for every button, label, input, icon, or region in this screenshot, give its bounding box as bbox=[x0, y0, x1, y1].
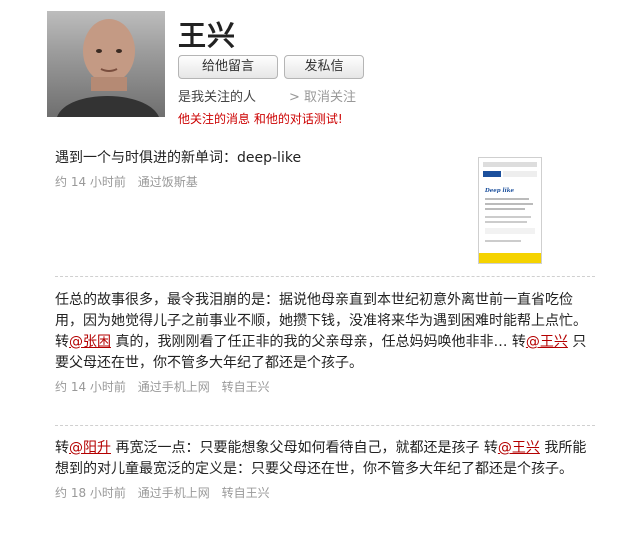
direct-message-button[interactable]: 发私信 bbox=[284, 55, 364, 79]
post-source: 通过饭斯基 bbox=[137, 175, 198, 189]
post-source: 通过手机上网 bbox=[137, 486, 210, 500]
mention-link[interactable]: @张困 bbox=[69, 334, 111, 350]
profile-name: 王兴 bbox=[178, 19, 237, 52]
mention-link[interactable]: @王兴 bbox=[498, 440, 540, 456]
divider bbox=[55, 425, 595, 426]
post-text: 转@阳升 再宽泛一点：只要能想象父母如何看待自己，就都还是孩子 转@王兴 我所能… bbox=[55, 438, 595, 480]
feed-item: 任总的故事很多，最令我泪崩的是：据说他母亲直到本世纪初意外离世前一直省吃俭用，因… bbox=[55, 290, 595, 395]
mention-link[interactable]: @阳升 bbox=[69, 440, 111, 456]
feed-item: 转@阳升 再宽泛一点：只要能想象父母如何看待自己，就都还是孩子 转@王兴 我所能… bbox=[55, 438, 595, 501]
notice-text: 他关注的消息 和他的对话测试! bbox=[178, 112, 343, 126]
post-text-segment: 转 bbox=[55, 440, 69, 456]
post-text-segment: 真的，我刚刚看了任正非的我的父亲母亲，任总妈妈唤他非非… 转 bbox=[111, 334, 526, 350]
leave-message-button[interactable]: 给他留言 bbox=[178, 55, 278, 79]
repost-from[interactable]: 转自王兴 bbox=[222, 380, 270, 394]
post-meta: 约 14 小时前 通过手机上网 转自王兴 bbox=[55, 378, 595, 395]
post-text-segment: 再宽泛一点：只要能想象父母如何看待自己，就都还是孩子 转 bbox=[111, 440, 498, 456]
divider bbox=[55, 276, 595, 277]
avatar[interactable] bbox=[47, 11, 165, 117]
mention-link[interactable]: @王兴 bbox=[526, 334, 568, 350]
post-thumbnail[interactable]: Deep like bbox=[478, 157, 542, 264]
post-text: 任总的故事很多，最令我泪崩的是：据说他母亲直到本世纪初意外离世前一直省吃俭用，因… bbox=[55, 290, 595, 374]
svg-text:Deep like: Deep like bbox=[484, 188, 515, 194]
following-status: 是我关注的人 bbox=[178, 90, 257, 105]
post-time[interactable]: 约 18 小时前 bbox=[55, 486, 126, 500]
post-time[interactable]: 约 14 小时前 bbox=[55, 175, 126, 189]
unfollow-link[interactable]: > 取消关注 bbox=[289, 86, 356, 105]
post-source: 通过手机上网 bbox=[137, 380, 210, 394]
post-time[interactable]: 约 14 小时前 bbox=[55, 380, 126, 394]
repost-from[interactable]: 转自王兴 bbox=[222, 486, 270, 500]
post-meta: 约 18 小时前 通过手机上网 转自王兴 bbox=[55, 484, 595, 501]
